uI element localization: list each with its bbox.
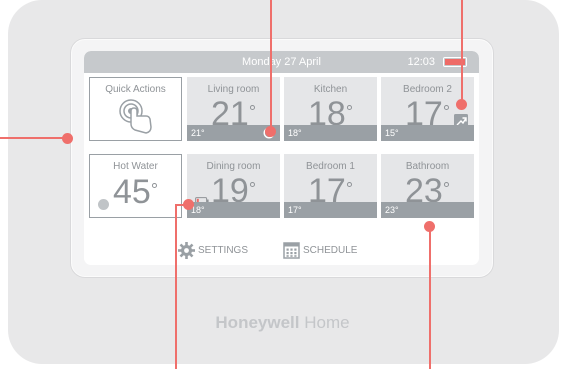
zone-name: Kitchen [313,84,348,95]
zone-setpoint: 17° [288,205,302,215]
status-bar: Monday 27 April 12:03 [84,51,479,73]
hot-water-status-dot [98,199,109,210]
zone-setpoint: 18° [288,128,302,138]
zone-setpoint-bar: 17° [284,202,377,218]
callout-dot-setpoint [424,221,435,232]
zone-tile-dining-room[interactable]: Dining room 19° 18° [187,154,280,218]
touch-gesture-icon [119,99,152,134]
brand-logo: Honeywell Home [215,313,350,332]
thermostat-screen: Monday 27 April 12:03 Quick Actions Livi… [84,51,479,265]
quick-actions-label: Quick Actions [105,84,166,95]
quick-actions-tile[interactable]: Quick Actions [89,77,182,141]
callout-dot-trend [456,99,467,110]
schedule-button[interactable]: SCHEDULE [283,242,373,260]
callout-dot-timer [265,126,276,137]
zone-name: Living room [207,84,260,95]
zone-tile-bedroom-1[interactable]: Bedroom 1 17° 17° [284,154,377,218]
bottom-navigation: SETTINGS SCHEDULE [84,242,479,260]
hot-water-label: Hot Water [113,161,158,172]
callout-dot-quick-actions [62,133,73,144]
zone-name: Bedroom 1 [306,161,355,172]
zone-setpoint: 23° [385,205,399,215]
zone-tile-kitchen[interactable]: Kitchen 18° 18° [284,77,377,141]
zone-setpoint: 21° [191,128,205,138]
schedule-label: SCHEDULE [303,245,358,256]
zone-setpoint-bar: 23° [381,202,474,218]
callout-line-setpoint [429,225,431,369]
settings-label: SETTINGS [198,245,249,256]
battery-icon [443,57,467,67]
zone-setpoint-bar: 18° [284,125,377,141]
calendar-icon [283,242,300,259]
callout-line-quick-actions [0,137,67,139]
callout-line-trend [461,0,463,103]
hot-water-tile[interactable]: Hot Water 45° [89,154,182,218]
settings-button[interactable]: SETTINGS [178,242,268,260]
status-time: 12:03 [407,56,435,68]
zone-setpoint-bar: 15° [381,125,474,141]
zone-tile-bathroom[interactable]: Bathroom 23° 23° [381,154,474,218]
zone-setpoint: 15° [385,128,399,138]
zone-name: Dining room [206,161,261,172]
callout-dot-battery [183,199,194,210]
zone-name: Bathroom [405,161,450,172]
callout-line-timer [270,0,272,130]
callout-line-battery [175,204,177,369]
zone-setpoint-bar: 18° [187,202,280,218]
gear-icon [178,242,195,259]
